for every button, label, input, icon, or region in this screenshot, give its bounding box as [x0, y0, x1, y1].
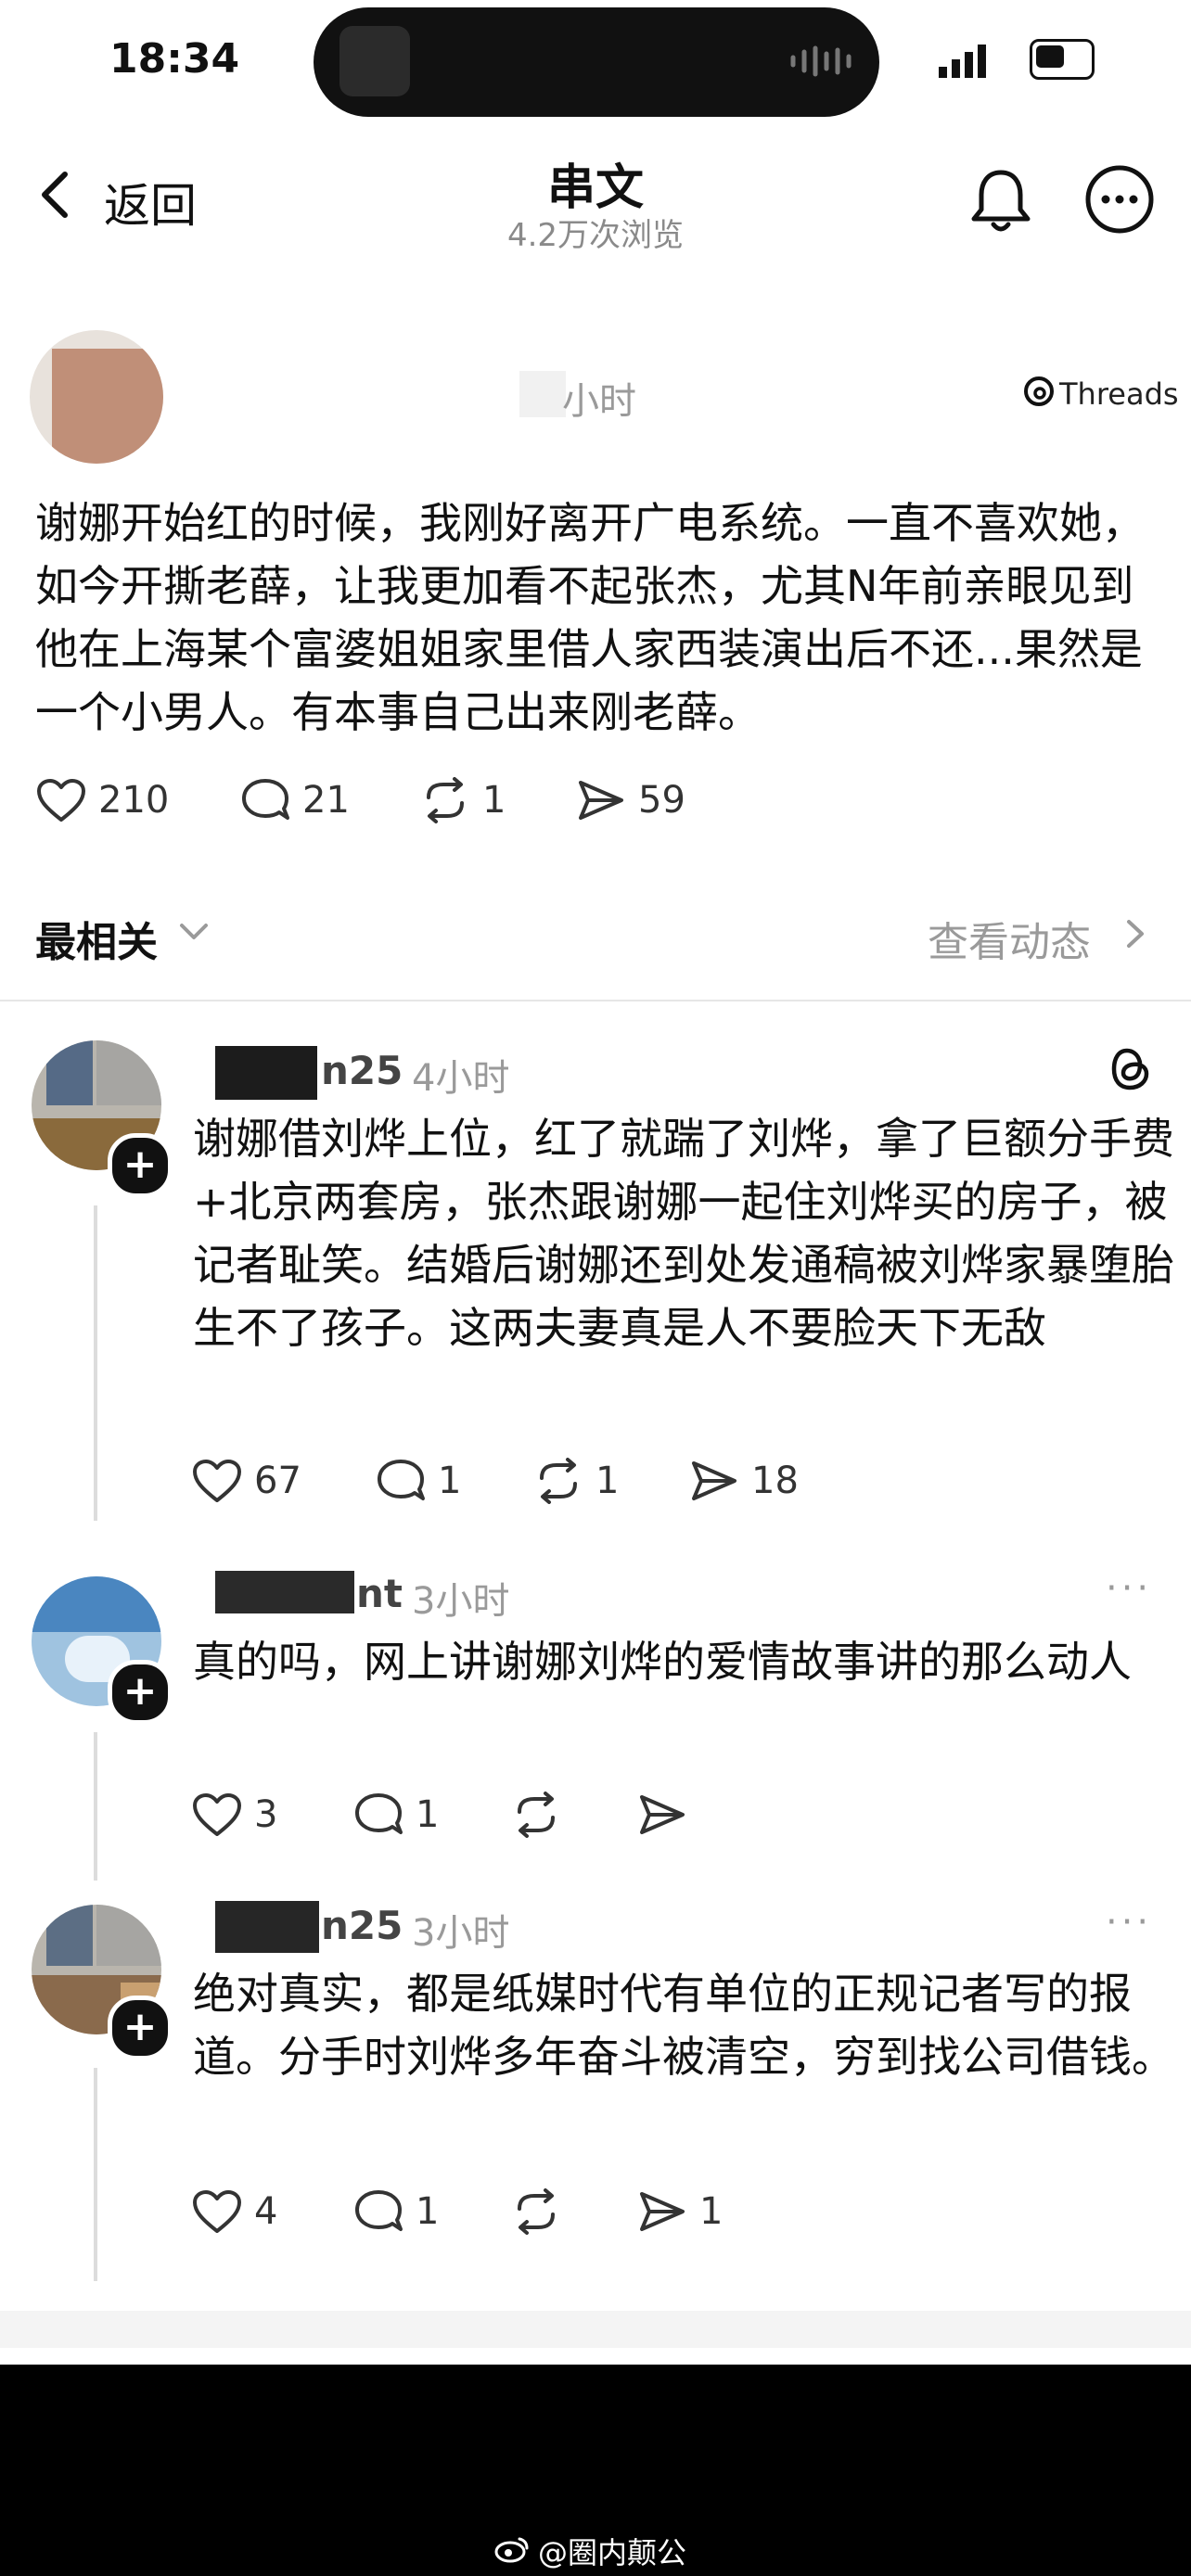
thread-line [94, 2068, 97, 2281]
threads-label: Threads [1059, 376, 1179, 412]
comment-more-icon[interactable]: ··· [1106, 1567, 1152, 1610]
view-activity-link[interactable]: 查看动态 [928, 909, 1091, 968]
live-activity-thumbnail [339, 26, 410, 96]
comment-reply-count: 1 [438, 1460, 462, 1502]
comment-like-button[interactable]: 67 [191, 1458, 301, 1504]
comment-reply-button[interactable]: 1 [352, 2188, 439, 2235]
threads-logo-icon [1111, 1048, 1149, 1090]
comment-repost-button[interactable]: 1 [532, 1458, 619, 1504]
comment-like-count: 67 [254, 1460, 301, 1502]
commenter-name[interactable]: n25 [321, 1048, 403, 1093]
comment-repost-count: 1 [596, 1460, 620, 1502]
author-name-blurred [519, 371, 566, 417]
comment-body: 绝对真实，都是纸媒时代有单位的正规记者写的报道。分手时刘烨多年奋斗被清空，穷到找… [193, 1969, 1174, 2082]
post-reply-count: 21 [302, 779, 350, 822]
comment-share-button[interactable]: 1 [636, 2188, 723, 2235]
comment-repost-button[interactable] [510, 2188, 573, 2235]
comment-time: 3小时 [412, 1912, 510, 1955]
commenter-name[interactable]: n25 [321, 1903, 403, 1948]
weibo-logo-icon [494, 2537, 529, 2563]
comment-reply-button[interactable]: 1 [375, 1458, 461, 1504]
post-like-button[interactable]: 210 [35, 777, 169, 823]
comment-reply-count: 1 [416, 2190, 440, 2233]
bottom-input-band [0, 2311, 1191, 2348]
signal-icon [939, 45, 986, 78]
comment-share-count: 18 [751, 1460, 799, 1502]
heart-icon [37, 779, 85, 822]
post-like-count: 210 [98, 779, 170, 822]
battery-icon [1030, 39, 1095, 80]
heart-icon [193, 1460, 241, 1502]
comment-icon [242, 779, 289, 820]
heart-icon [193, 2190, 241, 2233]
commenter-name-blurred [215, 1046, 317, 1100]
follow-plus-icon[interactable]: + [108, 1133, 173, 1198]
post-share-button[interactable]: 59 [575, 777, 685, 823]
thread-line [94, 1732, 97, 1881]
comment-like-count: 4 [254, 2190, 278, 2233]
comment-share-button[interactable] [636, 1792, 699, 1838]
send-icon [640, 2192, 685, 2231]
post-time: 小时 [562, 380, 636, 423]
post-reply-button[interactable]: 21 [239, 777, 350, 823]
audio-wave-icon [790, 45, 852, 77]
section-divider [0, 1000, 1191, 1001]
commenter-name-blurred [215, 1571, 354, 1613]
sort-dropdown[interactable]: 最相关 [35, 909, 158, 968]
comment-time: 3小时 [412, 1580, 510, 1623]
send-icon [640, 1795, 685, 1834]
repost-icon [518, 2188, 555, 2235]
follow-plus-icon[interactable]: + [108, 1996, 173, 2060]
repost-icon [540, 1458, 577, 1504]
repost-icon [427, 777, 464, 823]
send-icon [692, 1461, 736, 1500]
comment-icon [355, 2190, 403, 2231]
comment-more-icon[interactable]: ··· [1106, 1901, 1152, 1944]
post-share-count: 59 [638, 779, 685, 822]
comment-like-count: 3 [254, 1793, 278, 1836]
thread-line [94, 1205, 97, 1521]
threads-logo-icon [1024, 376, 1054, 406]
comment-body: 谢娜借刘烨上位，红了就踹了刘烨，拿了巨额分手费+北京两套房，张杰跟谢娜一起住刘烨… [193, 1114, 1174, 1353]
comment-like-button[interactable]: 3 [191, 1792, 277, 1838]
chevron-down-icon[interactable] [178, 920, 210, 944]
comment-share-count: 1 [699, 2190, 724, 2233]
comment-time: 4小时 [412, 1057, 510, 1100]
comment-icon [378, 1460, 425, 1500]
commenter-name[interactable]: nt [356, 1571, 403, 1616]
author-avatar[interactable] [30, 330, 163, 464]
comment-repost-button[interactable] [510, 1792, 573, 1838]
chevron-right-icon[interactable] [1124, 918, 1146, 950]
comment-icon [355, 1793, 403, 1834]
commenter-name-blurred [215, 1901, 319, 1953]
comment-like-button[interactable]: 4 [191, 2188, 277, 2235]
comment-share-button[interactable]: 18 [688, 1458, 799, 1504]
watermark: @圈内颠公 [538, 2535, 687, 2570]
post-repost-count: 1 [482, 779, 506, 822]
send-icon [579, 781, 623, 820]
post-repost-button[interactable]: 1 [419, 777, 506, 823]
comment-body: 真的吗，网上讲谢娜刘烨的爱情故事讲的那么动人 [193, 1637, 1132, 1687]
follow-plus-icon[interactable]: + [108, 1660, 173, 1725]
comment-reply-button[interactable]: 1 [352, 1792, 439, 1838]
status-time: 18:34 [109, 35, 240, 83]
bell-icon[interactable] [963, 163, 1039, 239]
heart-icon [193, 1793, 241, 1836]
more-options-icon[interactable] [1083, 163, 1156, 236]
repost-icon [518, 1792, 555, 1838]
post-body: 谢娜开始红的时候，我刚好离开广电系统。一直不喜欢她，如今开撕老薛，让我更加看不起… [35, 498, 1145, 737]
comment-reply-count: 1 [416, 1793, 440, 1836]
